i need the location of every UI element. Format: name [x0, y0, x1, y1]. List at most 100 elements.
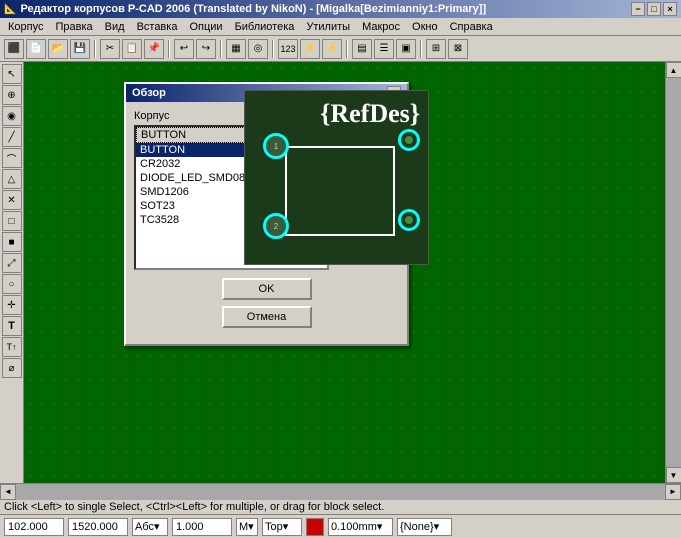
title-buttons: − □ × — [631, 2, 677, 16]
toolbar-btn-12[interactable]: 123 — [278, 39, 298, 59]
hint-text: Click <Left> to single Select, <Ctrl><Le… — [4, 501, 384, 513]
main-wrapper: ↖ ⊕ ◉ ╱ ⌒ △ ✕ □ ■ ⤢ ○ ✛ T T↑ ⌀ Обзо — [0, 62, 681, 499]
toolbar-btn-5[interactable]: ✂ — [100, 39, 120, 59]
layer-dropdown[interactable]: Top▾ — [262, 518, 302, 536]
toolbar-btn-3[interactable]: 📂 — [48, 39, 68, 59]
hint-bar: Click <Left> to single Select, <Ctrl><Le… — [0, 499, 681, 514]
title-text: Редактор корпусов P-CAD 2006 (Translated… — [20, 3, 631, 15]
coord-y-field[interactable]: 1520.000 — [68, 518, 128, 536]
layer-value: Top — [265, 521, 283, 533]
text-mode-dropdown[interactable]: Абс▾ — [132, 518, 168, 536]
tool-4[interactable]: ╱ — [2, 127, 22, 147]
menu-item-7[interactable]: Макрос — [356, 20, 406, 34]
toolbar-sep-6 — [420, 40, 422, 58]
component-outline — [285, 146, 395, 236]
toolbar-btn-11[interactable]: ◎ — [248, 39, 268, 59]
tool-9[interactable]: ■ — [2, 232, 22, 252]
pad-2: 2 — [263, 213, 289, 239]
menu-item-5[interactable]: Библиотека — [229, 20, 301, 34]
scroll-right-button[interactable]: ► — [665, 484, 681, 500]
pad-2-label: 2 — [274, 222, 278, 231]
toolbar-btn-10[interactable]: ▦ — [226, 39, 246, 59]
menu-item-9[interactable]: Справка — [444, 20, 499, 34]
toolbar-btn-18[interactable]: ⊞ — [426, 39, 446, 59]
maximize-button[interactable]: □ — [647, 2, 661, 16]
tool-2[interactable]: ⊕ — [2, 85, 22, 105]
scroll-down-button[interactable]: ▼ — [666, 467, 681, 483]
app-icon: 📐 — [4, 4, 16, 15]
toolbar-btn-13[interactable]: ⚡ — [300, 39, 320, 59]
tool-6[interactable]: △ — [2, 169, 22, 189]
tool-5[interactable]: ⌒ — [2, 148, 22, 168]
menu-item-6[interactable]: Утилиты — [300, 20, 356, 34]
tool-7[interactable]: ✕ — [2, 190, 22, 210]
style-dropdown[interactable]: {None}▾ — [397, 518, 452, 536]
tool-12[interactable]: ✛ — [2, 295, 22, 315]
tool-15[interactable]: ⌀ — [2, 358, 22, 378]
scroll-track-h[interactable] — [16, 484, 665, 500]
toolbar-btn-1[interactable]: ⬛ — [4, 39, 24, 59]
scroll-up-button[interactable]: ▲ — [666, 62, 681, 78]
refdes-label: {RefDes} — [320, 99, 420, 129]
scroll-track-v[interactable] — [666, 78, 681, 467]
menu-item-3[interactable]: Вставка — [131, 20, 184, 34]
pad-3 — [398, 129, 420, 151]
preview-area: {RefDes} 1 2 — [244, 90, 429, 265]
toolbar-sep-1 — [94, 40, 96, 58]
style-value: {None} — [400, 521, 434, 533]
menu-item-0[interactable]: Корпус — [2, 20, 49, 34]
toolbar-btn-14[interactable]: ⚡ — [322, 39, 342, 59]
menu-item-2[interactable]: Вид — [99, 20, 131, 34]
toolbar-btn-7[interactable]: 📌 — [144, 39, 164, 59]
dialog-overlay: Обзор × Корпус BUTTON BUTTON CR2032 — [24, 62, 665, 483]
toolbar-btn-4[interactable]: 💾 — [70, 39, 90, 59]
tool-3[interactable]: ◉ — [2, 106, 22, 126]
coord-x-value: 102.000 — [8, 521, 48, 533]
toolbar-btn-2[interactable]: 📄 — [26, 39, 46, 59]
tool-text[interactable]: T — [2, 316, 22, 336]
close-button[interactable]: × — [663, 2, 677, 16]
toolbar: ⬛ 📄 📂 💾 ✂ 📋 📌 ↩ ↪ ▦ ◎ 123 ⚡ ⚡ ▤ ☰ ▣ ⊞ ⊠ — [0, 36, 681, 62]
menu-bar: КорпусПравкаВидВставкаОпцииБиблиотекаУти… — [0, 18, 681, 36]
toolbar-sep-2 — [168, 40, 170, 58]
tool-8[interactable]: □ — [2, 211, 22, 231]
cancel-button[interactable]: Отмена — [222, 306, 312, 328]
menu-item-8[interactable]: Окно — [406, 20, 444, 34]
thickness-dropdown[interactable]: 0.100mm▾ — [328, 518, 393, 536]
scale-field[interactable]: 1.000 — [172, 518, 232, 536]
menu-item-1[interactable]: Правка — [49, 20, 98, 34]
canvas-area[interactable]: Обзор × Корпус BUTTON BUTTON CR2032 — [24, 62, 665, 483]
bottom-scrollbar: ◄ ► — [0, 483, 681, 499]
scroll-left-button[interactable]: ◄ — [0, 484, 16, 500]
toolbar-sep-3 — [220, 40, 222, 58]
toolbar-btn-8[interactable]: ↩ — [174, 39, 194, 59]
coord-y-value: 1520.000 — [72, 521, 118, 533]
minimize-button[interactable]: − — [631, 2, 645, 16]
coord-x-field[interactable]: 102.000 — [4, 518, 64, 536]
pad-3-inner — [405, 136, 413, 144]
color-swatch[interactable] — [306, 518, 324, 536]
right-scrollbar: ▲ ▼ — [665, 62, 681, 483]
ok-button[interactable]: OK — [222, 278, 312, 300]
toolbar-btn-15[interactable]: ▤ — [352, 39, 372, 59]
pad-1: 1 — [263, 133, 289, 159]
text-mode-value: Абс — [135, 521, 154, 533]
main-row: ↖ ⊕ ◉ ╱ ⌒ △ ✕ □ ■ ⤢ ○ ✛ T T↑ ⌀ Обзо — [0, 62, 681, 483]
toolbar-sep-5 — [346, 40, 348, 58]
tool-11[interactable]: ○ — [2, 274, 22, 294]
dialog-title-text: Обзор — [132, 87, 166, 99]
m-dropdown[interactable]: M▾ — [236, 518, 258, 536]
toolbar-btn-16[interactable]: ☰ — [374, 39, 394, 59]
tool-10[interactable]: ⤢ — [2, 253, 22, 273]
title-bar: 📐 Редактор корпусов P-CAD 2006 (Translat… — [0, 0, 681, 18]
tool-14[interactable]: T↑ — [2, 337, 22, 357]
tool-select[interactable]: ↖ — [2, 64, 22, 84]
toolbar-btn-17[interactable]: ▣ — [396, 39, 416, 59]
toolbar-btn-9[interactable]: ↪ — [196, 39, 216, 59]
pad-4 — [398, 209, 420, 231]
toolbar-btn-6[interactable]: 📋 — [122, 39, 142, 59]
toolbar-btn-19[interactable]: ⊠ — [448, 39, 468, 59]
m-label: M — [239, 521, 248, 533]
toolbar-sep-4 — [272, 40, 274, 58]
menu-item-4[interactable]: Опции — [183, 20, 228, 34]
